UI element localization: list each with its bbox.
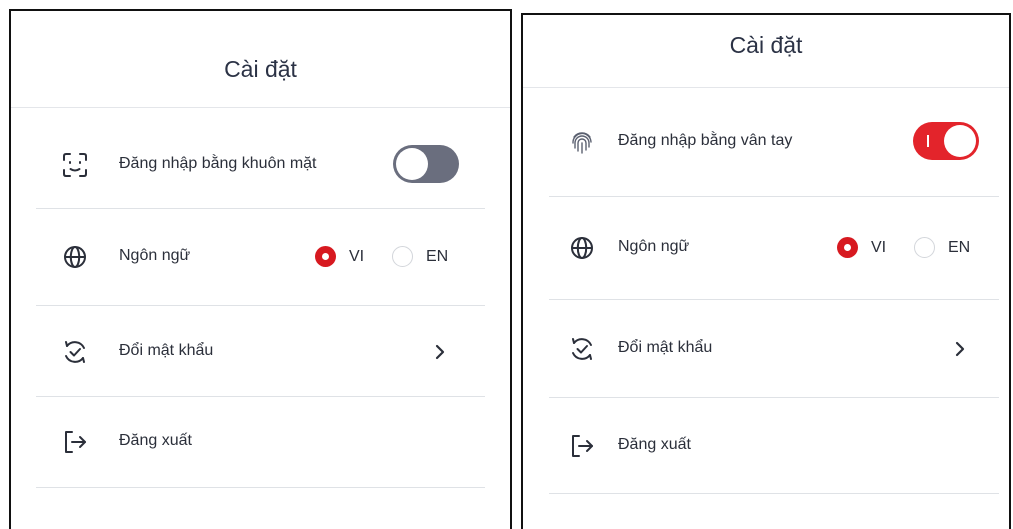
- face-id-icon: [63, 153, 87, 177]
- globe-icon: [64, 246, 86, 268]
- language-row: Ngôn ngữ VI EN: [11, 237, 510, 277]
- row-divider: [549, 196, 999, 197]
- language-label: Ngôn ngữ: [119, 247, 191, 264]
- radio-vi[interactable]: [837, 237, 858, 258]
- row-divider: [36, 487, 485, 488]
- logout-row[interactable]: Đăng xuất: [11, 422, 510, 462]
- settings-panel-fingerprint: Cài đặt Đăng nhập bằng vân tay Ngôn ngữ …: [521, 13, 1011, 529]
- fingerprint-login-toggle[interactable]: [913, 122, 979, 160]
- logout-label: Đăng xuất: [618, 436, 691, 453]
- radio-en-label: EN: [948, 239, 971, 256]
- row-divider: [549, 299, 999, 300]
- chevron-right-icon: [435, 344, 445, 360]
- change-password-row[interactable]: Đổi mật khẩu: [11, 332, 510, 372]
- radio-en[interactable]: [914, 237, 935, 258]
- row-divider: [36, 305, 485, 306]
- language-radio-group: VI EN: [834, 234, 984, 262]
- radio-en[interactable]: [392, 246, 413, 267]
- radio-en-label: EN: [426, 248, 449, 265]
- password-change-icon: [572, 338, 592, 360]
- radio-vi[interactable]: [315, 246, 336, 267]
- toggle-knob: [944, 125, 976, 157]
- chevron-right-icon: [955, 341, 965, 357]
- language-label: Ngôn ngữ: [618, 238, 690, 255]
- radio-vi-label: VI: [349, 248, 365, 265]
- change-password-label: Đổi mật khẩu: [618, 339, 713, 356]
- logout-icon: [572, 435, 593, 457]
- face-login-row: Đăng nhập bằng khuôn mặt: [11, 145, 510, 185]
- face-login-toggle[interactable]: [393, 145, 459, 183]
- fingerprint-login-label: Đăng nhập bằng vân tay: [618, 132, 793, 149]
- row-divider: [36, 208, 485, 209]
- row-divider: [36, 396, 485, 397]
- row-divider: [549, 493, 999, 494]
- header-divider: [11, 107, 510, 108]
- radio-vi-label: VI: [871, 239, 887, 256]
- language-row: Ngôn ngữ VI EN: [523, 228, 1009, 268]
- face-login-label: Đăng nhập bằng khuôn mặt: [119, 155, 317, 172]
- fingerprint-icon: [572, 132, 592, 154]
- language-radio-group: VI EN: [312, 243, 462, 271]
- logout-icon: [65, 431, 86, 453]
- settings-panel-face-id: Cài đặt Đăng nhập bằng khuôn mặt Ngôn ng…: [9, 9, 512, 529]
- fingerprint-login-row: Đăng nhập bằng vân tay: [523, 122, 1009, 162]
- page-title: Cài đặt: [729, 32, 803, 58]
- header-divider: [523, 87, 1009, 88]
- toggle-on-indicator: [927, 135, 929, 147]
- row-divider: [549, 397, 999, 398]
- password-change-icon: [65, 341, 85, 363]
- logout-row[interactable]: Đăng xuất: [523, 426, 1009, 466]
- toggle-knob: [396, 148, 428, 180]
- logout-label: Đăng xuất: [119, 432, 192, 449]
- globe-icon: [571, 237, 593, 259]
- page-title: Cài đặt: [224, 56, 297, 82]
- change-password-row[interactable]: Đổi mật khẩu: [523, 329, 1009, 369]
- change-password-label: Đổi mật khẩu: [119, 342, 214, 359]
